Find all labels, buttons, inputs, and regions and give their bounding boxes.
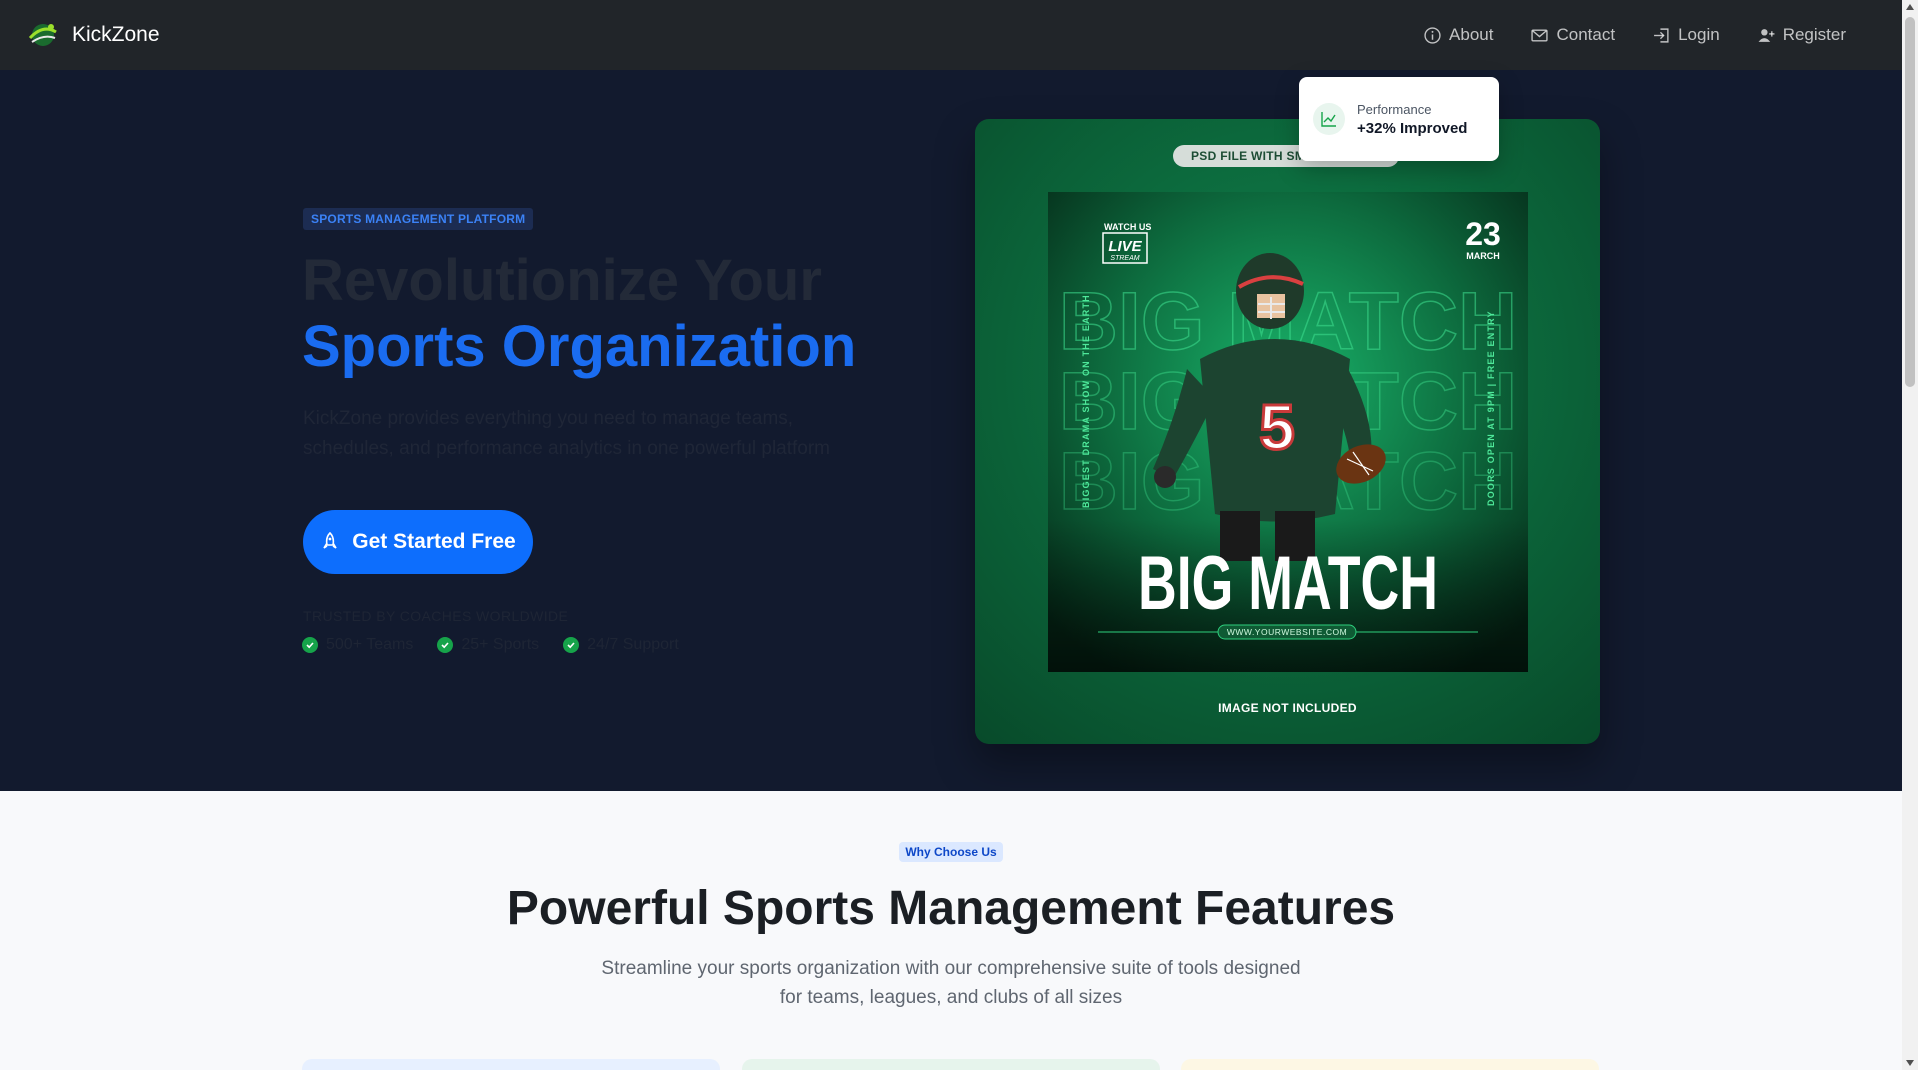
brand-link[interactable]: KickZone: [26, 18, 160, 52]
get-started-button[interactable]: Get Started Free: [303, 510, 533, 574]
hero-section: SPORTS MANAGEMENT PLATFORM Revolutionize…: [0, 70, 1902, 791]
kickzone-logo-icon: [28, 24, 57, 46]
poster-left-vertical: BIGGEST DRAMA SHOW ON THE EARTH: [1081, 294, 1091, 508]
rocket-icon: [323, 532, 337, 549]
stat-sports: 25+ Sports: [437, 636, 539, 654]
hero-description: KickZone provides everything you need to…: [303, 408, 831, 460]
page-scrollbar[interactable]: [1902, 0, 1918, 1070]
feature-card: [742, 1059, 1160, 1070]
image-not-included-label: IMAGE NOT INCLUDED: [1218, 701, 1357, 715]
performance-label: Performance: [1357, 101, 1432, 117]
feature-card: [1181, 1059, 1599, 1070]
hero-badge: SPORTS MANAGEMENT PLATFORM: [303, 208, 534, 230]
stat-teams-label: 500+ Teams: [326, 636, 414, 653]
why-choose-us-badge: Why Choose Us: [899, 842, 1003, 862]
navbar: KickZone About Contact Login Register: [0, 0, 1902, 70]
poster-right-vertical: DOORS OPEN AT 9PM | FREE ENTRY: [1486, 310, 1496, 506]
hero-title-line2: Sports Organization: [302, 314, 857, 379]
check-circle-icon: [437, 637, 454, 653]
brand-name: KickZone: [72, 23, 160, 46]
jersey-number: 5: [1259, 391, 1295, 463]
features-subtitle: Streamline your sports organization with…: [601, 958, 1301, 1009]
nav-about-label: About: [1449, 25, 1494, 44]
poster-date-day: 23: [1465, 216, 1501, 252]
nav-register-label: Register: [1782, 25, 1846, 44]
scrollbar-thumb[interactable]: [1905, 17, 1915, 387]
get-started-label: Get Started Free: [352, 530, 516, 553]
envelope-icon: [1531, 28, 1549, 42]
nav-about-link[interactable]: About: [1424, 25, 1493, 45]
poster-date-month: MARCH: [1466, 251, 1500, 261]
poster-website: WWW.YOURWEBSITE.COM: [1227, 627, 1347, 637]
trusted-label: TRUSTED BY COACHES WORLDWIDE: [303, 608, 569, 624]
features-section: Why Choose Us Powerful Sports Management…: [0, 791, 1902, 1070]
features-title: Powerful Sports Management Features: [506, 882, 1396, 935]
feature-card: [302, 1059, 720, 1070]
hero-poster-image: BIG MATCH BIG MATCH BIG MATCH 5 BIG MATC…: [975, 119, 1600, 744]
stat-support-label: 24/7 Support: [587, 636, 679, 653]
login-icon: [1654, 27, 1669, 43]
stat-support: 24/7 Support: [563, 636, 679, 654]
hero-title-line1: Revolutionize Your: [302, 248, 822, 313]
performance-value: +32% Improved: [1357, 119, 1468, 137]
nav-contact-link[interactable]: Contact: [1531, 25, 1615, 45]
person-plus-icon: [1758, 28, 1775, 42]
scroll-down-arrow-icon[interactable]: [1906, 1060, 1914, 1066]
stat-teams: 500+ Teams: [302, 636, 413, 654]
nav-links: About Contact Login Register: [1424, 25, 1876, 45]
poster-stream: STREAM: [1110, 255, 1139, 262]
poster-watch-us: WATCH US: [1104, 222, 1151, 232]
poster-graphic: BIG MATCH BIG MATCH BIG MATCH 5 BIG MATC…: [1048, 192, 1528, 672]
hero-stats: 500+ Teams 25+ Sports 24/7 Support: [302, 636, 679, 654]
check-circle-icon: [302, 637, 318, 653]
performance-card: Performance +32% Improved: [1299, 77, 1499, 161]
chart-line-icon: [1313, 103, 1345, 135]
nav-register-link[interactable]: Register: [1758, 25, 1846, 45]
check-circle-icon: [563, 637, 580, 653]
scroll-up-arrow-icon[interactable]: [1906, 4, 1914, 10]
nav-login-link[interactable]: Login: [1653, 25, 1720, 45]
poster-headline: BIG MATCH: [1138, 541, 1438, 626]
nav-login-label: Login: [1678, 25, 1720, 44]
info-icon: [1424, 26, 1441, 44]
nav-contact-label: Contact: [1556, 25, 1616, 44]
poster-live: LIVE: [1108, 238, 1142, 255]
stat-sports-label: 25+ Sports: [461, 636, 540, 653]
